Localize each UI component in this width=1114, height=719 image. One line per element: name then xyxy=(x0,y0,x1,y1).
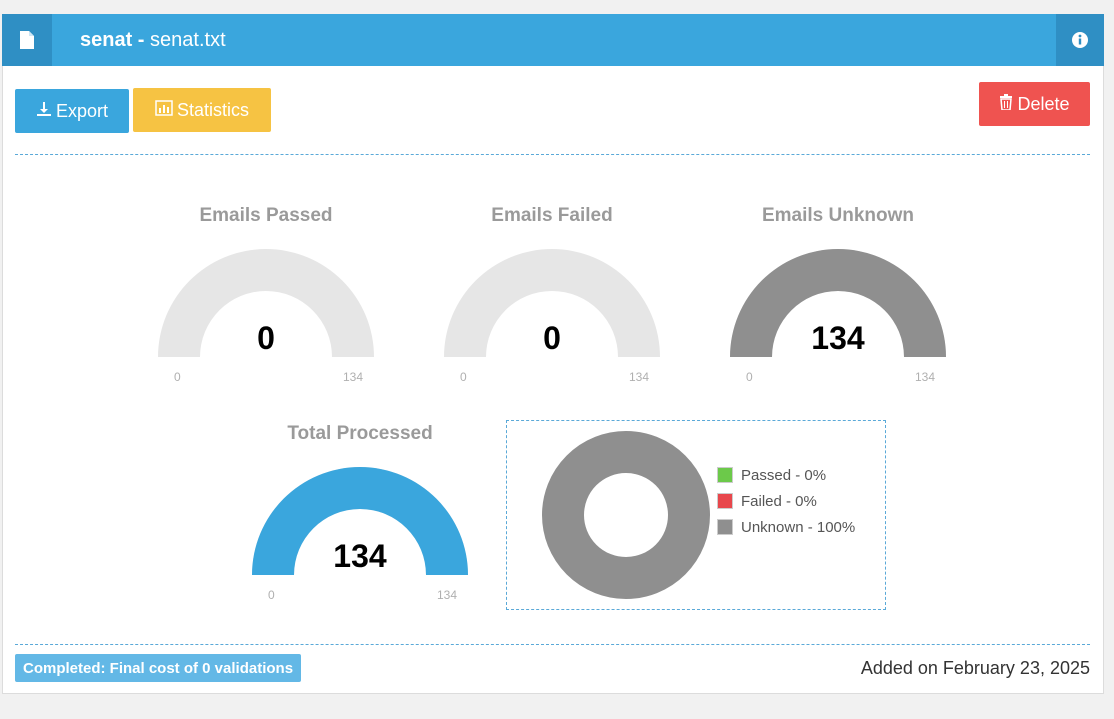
file-icon xyxy=(2,14,52,66)
legend-swatch xyxy=(717,493,733,509)
gauge-max: 134 xyxy=(629,370,650,384)
divider xyxy=(15,644,1090,645)
gauge-value: 0 xyxy=(257,320,275,356)
legend-swatch xyxy=(717,467,733,483)
legend-item-unknown: Unknown - 100% xyxy=(717,514,855,540)
delete-button[interactable]: Delete xyxy=(979,82,1090,126)
card-header: senat - senat.txt xyxy=(2,14,1104,66)
gauge-min: 0 xyxy=(174,370,181,384)
gauge-title: Emails Failed xyxy=(491,205,613,226)
statistics-button[interactable]: Statistics xyxy=(133,88,271,132)
trash-icon xyxy=(999,93,1017,115)
legend-item-failed: Failed - 0% xyxy=(717,488,855,514)
gauge-value: 0 xyxy=(543,320,561,356)
added-date: Added on February 23, 2025 xyxy=(860,658,1090,678)
gauge-value: 134 xyxy=(333,538,387,574)
info-icon[interactable] xyxy=(1056,14,1104,66)
divider xyxy=(15,154,1090,155)
page-title: senat - senat.txt xyxy=(80,29,226,51)
legend-item-passed: Passed - 0% xyxy=(717,462,855,488)
gauge-max: 134 xyxy=(343,370,364,384)
bar-chart-icon xyxy=(155,99,177,121)
legend-swatch xyxy=(717,519,733,535)
gauge-min: 0 xyxy=(746,370,753,384)
donut-chart xyxy=(542,431,710,599)
status-badge: Completed: Final cost of 0 validations xyxy=(15,654,302,682)
gauge-title: Total Processed xyxy=(287,423,433,444)
donut-slice-unknown xyxy=(542,431,710,599)
gauge-min: 0 xyxy=(460,370,467,384)
donut-legend: Passed - 0% Failed - 0% Unknown - 100% xyxy=(717,462,855,540)
gauge-title: Emails Unknown xyxy=(761,205,915,226)
gauge-value: 134 xyxy=(811,320,865,356)
gauge-min: 0 xyxy=(268,588,275,602)
gauge-max: 134 xyxy=(437,588,458,602)
export-button[interactable]: Export xyxy=(15,89,129,133)
gauge-title: Emails Passed xyxy=(199,205,333,226)
gauge-max: 134 xyxy=(915,370,936,384)
download-icon xyxy=(36,101,56,122)
